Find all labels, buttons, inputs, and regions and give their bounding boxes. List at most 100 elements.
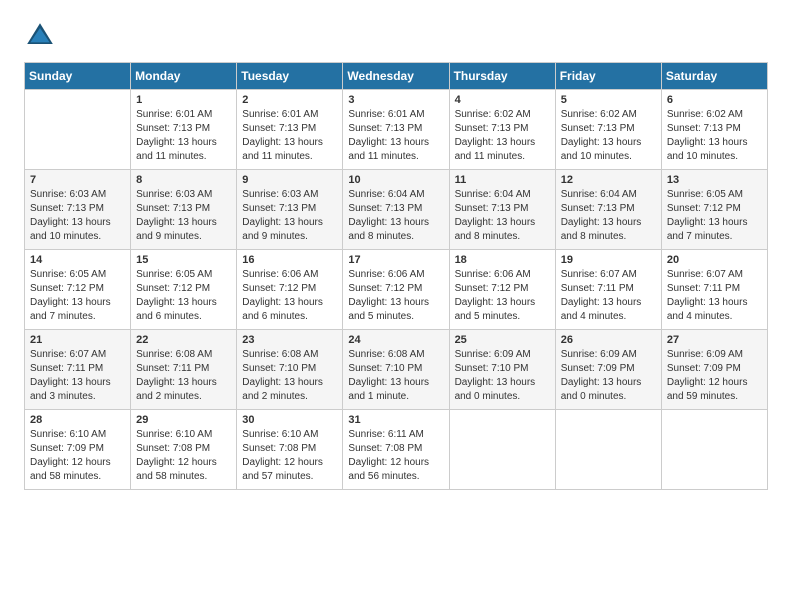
day-number: 5 <box>561 94 656 106</box>
day-number: 17 <box>348 254 443 266</box>
calendar-cell: 29 Sunrise: 6:10 AMSunset: 7:08 PMDaylig… <box>131 410 237 490</box>
calendar-cell: 5 Sunrise: 6:02 AMSunset: 7:13 PMDayligh… <box>555 90 661 170</box>
calendar-cell: 13 Sunrise: 6:05 AMSunset: 7:12 PMDaylig… <box>661 170 767 250</box>
day-info: Sunrise: 6:10 AMSunset: 7:09 PMDaylight:… <box>30 428 125 484</box>
calendar-cell: 24 Sunrise: 6:08 AMSunset: 7:10 PMDaylig… <box>343 330 449 410</box>
calendar-week-1: 1 Sunrise: 6:01 AMSunset: 7:13 PMDayligh… <box>25 90 768 170</box>
calendar-cell: 27 Sunrise: 6:09 AMSunset: 7:09 PMDaylig… <box>661 330 767 410</box>
day-number: 3 <box>348 94 443 106</box>
logo-icon <box>24 20 56 52</box>
calendar-cell: 7 Sunrise: 6:03 AMSunset: 7:13 PMDayligh… <box>25 170 131 250</box>
day-info: Sunrise: 6:01 AMSunset: 7:13 PMDaylight:… <box>348 108 443 164</box>
day-number: 20 <box>667 254 762 266</box>
day-info: Sunrise: 6:06 AMSunset: 7:12 PMDaylight:… <box>455 268 550 324</box>
day-number: 31 <box>348 414 443 426</box>
day-info: Sunrise: 6:02 AMSunset: 7:13 PMDaylight:… <box>561 108 656 164</box>
day-info: Sunrise: 6:02 AMSunset: 7:13 PMDaylight:… <box>667 108 762 164</box>
calendar-cell <box>449 410 555 490</box>
logo <box>24 20 60 52</box>
day-number: 19 <box>561 254 656 266</box>
header-friday: Friday <box>555 63 661 90</box>
day-info: Sunrise: 6:04 AMSunset: 7:13 PMDaylight:… <box>348 188 443 244</box>
calendar-cell: 15 Sunrise: 6:05 AMSunset: 7:12 PMDaylig… <box>131 250 237 330</box>
day-info: Sunrise: 6:10 AMSunset: 7:08 PMDaylight:… <box>136 428 231 484</box>
day-info: Sunrise: 6:07 AMSunset: 7:11 PMDaylight:… <box>561 268 656 324</box>
calendar-cell: 21 Sunrise: 6:07 AMSunset: 7:11 PMDaylig… <box>25 330 131 410</box>
calendar-cell: 28 Sunrise: 6:10 AMSunset: 7:09 PMDaylig… <box>25 410 131 490</box>
day-number: 26 <box>561 334 656 346</box>
day-number: 29 <box>136 414 231 426</box>
calendar-cell: 3 Sunrise: 6:01 AMSunset: 7:13 PMDayligh… <box>343 90 449 170</box>
calendar-cell <box>661 410 767 490</box>
calendar-header-row: SundayMondayTuesdayWednesdayThursdayFrid… <box>25 63 768 90</box>
calendar-cell: 16 Sunrise: 6:06 AMSunset: 7:12 PMDaylig… <box>237 250 343 330</box>
calendar-cell: 30 Sunrise: 6:10 AMSunset: 7:08 PMDaylig… <box>237 410 343 490</box>
day-number: 12 <box>561 174 656 186</box>
day-info: Sunrise: 6:04 AMSunset: 7:13 PMDaylight:… <box>561 188 656 244</box>
calendar-cell: 4 Sunrise: 6:02 AMSunset: 7:13 PMDayligh… <box>449 90 555 170</box>
header-monday: Monday <box>131 63 237 90</box>
day-info: Sunrise: 6:03 AMSunset: 7:13 PMDaylight:… <box>136 188 231 244</box>
day-info: Sunrise: 6:06 AMSunset: 7:12 PMDaylight:… <box>242 268 337 324</box>
day-info: Sunrise: 6:10 AMSunset: 7:08 PMDaylight:… <box>242 428 337 484</box>
calendar-cell: 14 Sunrise: 6:05 AMSunset: 7:12 PMDaylig… <box>25 250 131 330</box>
day-number: 1 <box>136 94 231 106</box>
calendar-cell: 12 Sunrise: 6:04 AMSunset: 7:13 PMDaylig… <box>555 170 661 250</box>
day-info: Sunrise: 6:05 AMSunset: 7:12 PMDaylight:… <box>667 188 762 244</box>
day-info: Sunrise: 6:06 AMSunset: 7:12 PMDaylight:… <box>348 268 443 324</box>
day-number: 30 <box>242 414 337 426</box>
header-saturday: Saturday <box>661 63 767 90</box>
day-number: 15 <box>136 254 231 266</box>
calendar-week-3: 14 Sunrise: 6:05 AMSunset: 7:12 PMDaylig… <box>25 250 768 330</box>
day-number: 8 <box>136 174 231 186</box>
day-number: 6 <box>667 94 762 106</box>
day-number: 4 <box>455 94 550 106</box>
calendar-cell: 23 Sunrise: 6:08 AMSunset: 7:10 PMDaylig… <box>237 330 343 410</box>
calendar-table: SundayMondayTuesdayWednesdayThursdayFrid… <box>24 62 768 490</box>
calendar-cell: 17 Sunrise: 6:06 AMSunset: 7:12 PMDaylig… <box>343 250 449 330</box>
calendar-cell: 8 Sunrise: 6:03 AMSunset: 7:13 PMDayligh… <box>131 170 237 250</box>
day-number: 16 <box>242 254 337 266</box>
calendar-cell: 6 Sunrise: 6:02 AMSunset: 7:13 PMDayligh… <box>661 90 767 170</box>
day-info: Sunrise: 6:05 AMSunset: 7:12 PMDaylight:… <box>30 268 125 324</box>
day-info: Sunrise: 6:08 AMSunset: 7:10 PMDaylight:… <box>348 348 443 404</box>
day-info: Sunrise: 6:01 AMSunset: 7:13 PMDaylight:… <box>136 108 231 164</box>
calendar-cell: 18 Sunrise: 6:06 AMSunset: 7:12 PMDaylig… <box>449 250 555 330</box>
day-number: 24 <box>348 334 443 346</box>
calendar-cell: 25 Sunrise: 6:09 AMSunset: 7:10 PMDaylig… <box>449 330 555 410</box>
header-tuesday: Tuesday <box>237 63 343 90</box>
day-info: Sunrise: 6:11 AMSunset: 7:08 PMDaylight:… <box>348 428 443 484</box>
calendar-cell: 20 Sunrise: 6:07 AMSunset: 7:11 PMDaylig… <box>661 250 767 330</box>
calendar-cell: 26 Sunrise: 6:09 AMSunset: 7:09 PMDaylig… <box>555 330 661 410</box>
day-number: 18 <box>455 254 550 266</box>
day-number: 11 <box>455 174 550 186</box>
day-info: Sunrise: 6:09 AMSunset: 7:10 PMDaylight:… <box>455 348 550 404</box>
day-number: 21 <box>30 334 125 346</box>
day-number: 28 <box>30 414 125 426</box>
day-info: Sunrise: 6:05 AMSunset: 7:12 PMDaylight:… <box>136 268 231 324</box>
calendar-cell <box>555 410 661 490</box>
calendar-cell: 10 Sunrise: 6:04 AMSunset: 7:13 PMDaylig… <box>343 170 449 250</box>
calendar-cell: 1 Sunrise: 6:01 AMSunset: 7:13 PMDayligh… <box>131 90 237 170</box>
day-number: 23 <box>242 334 337 346</box>
day-info: Sunrise: 6:03 AMSunset: 7:13 PMDaylight:… <box>242 188 337 244</box>
calendar-week-4: 21 Sunrise: 6:07 AMSunset: 7:11 PMDaylig… <box>25 330 768 410</box>
day-info: Sunrise: 6:08 AMSunset: 7:11 PMDaylight:… <box>136 348 231 404</box>
day-info: Sunrise: 6:09 AMSunset: 7:09 PMDaylight:… <box>667 348 762 404</box>
calendar-cell: 2 Sunrise: 6:01 AMSunset: 7:13 PMDayligh… <box>237 90 343 170</box>
day-info: Sunrise: 6:07 AMSunset: 7:11 PMDaylight:… <box>30 348 125 404</box>
day-info: Sunrise: 6:01 AMSunset: 7:13 PMDaylight:… <box>242 108 337 164</box>
header-thursday: Thursday <box>449 63 555 90</box>
day-info: Sunrise: 6:09 AMSunset: 7:09 PMDaylight:… <box>561 348 656 404</box>
day-number: 9 <box>242 174 337 186</box>
header-wednesday: Wednesday <box>343 63 449 90</box>
day-number: 27 <box>667 334 762 346</box>
calendar-cell: 9 Sunrise: 6:03 AMSunset: 7:13 PMDayligh… <box>237 170 343 250</box>
calendar-week-5: 28 Sunrise: 6:10 AMSunset: 7:09 PMDaylig… <box>25 410 768 490</box>
calendar-cell <box>25 90 131 170</box>
day-number: 25 <box>455 334 550 346</box>
calendar-cell: 11 Sunrise: 6:04 AMSunset: 7:13 PMDaylig… <box>449 170 555 250</box>
day-number: 7 <box>30 174 125 186</box>
calendar-cell: 31 Sunrise: 6:11 AMSunset: 7:08 PMDaylig… <box>343 410 449 490</box>
day-info: Sunrise: 6:08 AMSunset: 7:10 PMDaylight:… <box>242 348 337 404</box>
